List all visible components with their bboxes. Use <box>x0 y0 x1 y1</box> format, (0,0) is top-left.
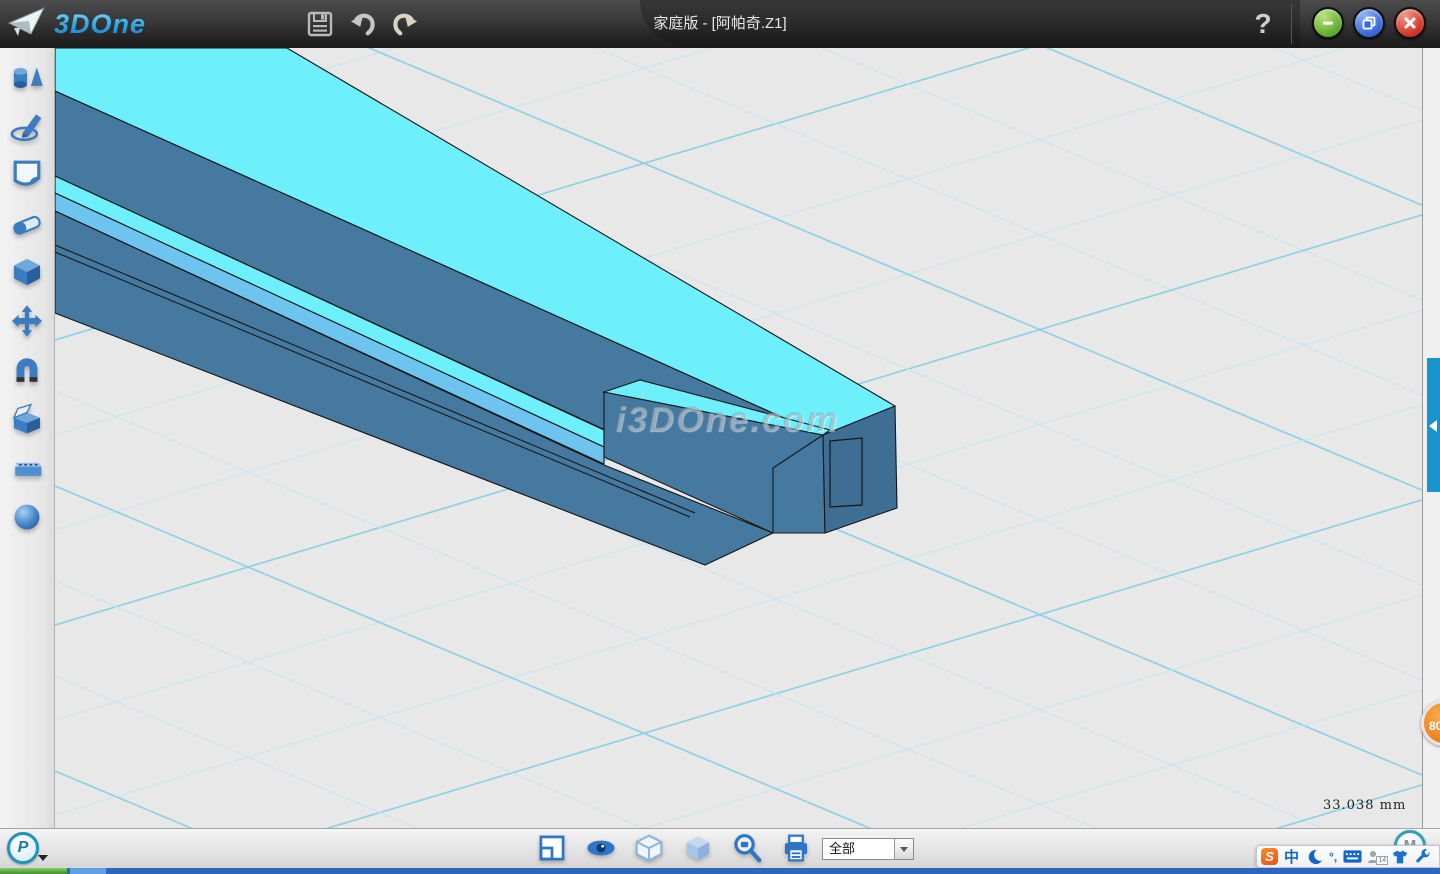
wireframe-display-button[interactable] <box>633 832 665 864</box>
tool-sidebar <box>0 48 55 828</box>
selection-filter-dropdown[interactable]: 全部 <box>822 838 914 860</box>
print-button[interactable] <box>780 832 812 864</box>
titlebar: 3DOne 家庭版 - [阿帕奇.Z1] ? <box>0 0 1440 48</box>
undo-button[interactable] <box>346 7 380 41</box>
taskbar-segment-green <box>0 868 67 874</box>
visibility-eye-button[interactable] <box>585 832 617 864</box>
close-button[interactable] <box>1394 7 1426 39</box>
move-tool-icon[interactable] <box>10 304 44 338</box>
measurement-readout: 33.038 mm <box>1323 798 1406 813</box>
ime-toolbar: S 中 °, 14 <box>1256 845 1440 868</box>
ime-mode-toggle[interactable]: 中 <box>1284 846 1299 867</box>
panel-collapse-tab[interactable] <box>1427 358 1440 492</box>
view-corner-button[interactable] <box>536 832 568 864</box>
arrow-left-icon <box>1429 420 1437 432</box>
help-button[interactable]: ? <box>1248 2 1278 46</box>
keyboard-icon[interactable] <box>1343 849 1361 865</box>
user-count-badge: 14 <box>1376 856 1388 865</box>
scene-svg <box>55 48 1422 828</box>
os-taskbar-strip[interactable] <box>0 868 1440 874</box>
render-sphere-tool-icon[interactable] <box>10 500 44 534</box>
restore-button[interactable] <box>1353 7 1385 39</box>
zoom-search-button[interactable] <box>731 832 763 864</box>
brand-text: 3DOne <box>54 9 146 40</box>
sketch-tool-icon[interactable] <box>10 109 44 143</box>
measure-tool-icon[interactable] <box>10 451 44 485</box>
p-badge-caret-icon[interactable] <box>38 855 48 861</box>
skin-shirt-icon[interactable] <box>1391 849 1409 865</box>
surface-tool-icon[interactable] <box>10 157 44 191</box>
primitives-tool-icon[interactable] <box>10 61 44 95</box>
app-logo: 3DOne <box>8 6 146 43</box>
filter-value: 全部 <box>829 839 855 859</box>
app-window: 3DOne 家庭版 - [阿帕奇.Z1] ? <box>0 0 1440 874</box>
minimize-button[interactable] <box>1312 7 1344 39</box>
user-icon[interactable]: 14 <box>1367 849 1385 865</box>
sogou-logo[interactable]: S <box>1261 848 1278 865</box>
magnet-tool-icon[interactable] <box>10 353 44 387</box>
bottom-toolbar: P <box>0 828 1440 869</box>
wrench-icon[interactable] <box>1415 849 1433 865</box>
viewport-canvas[interactable]: i3DOne.com 33.038 mm <box>55 48 1422 828</box>
moon-icon[interactable] <box>1305 849 1323 865</box>
chevron-down-icon <box>900 847 908 852</box>
profile-p-badge[interactable]: P <box>7 832 39 864</box>
feature-cube-tool-icon[interactable] <box>10 255 44 289</box>
titlebar-separator <box>1291 4 1292 44</box>
redo-button[interactable] <box>388 7 422 41</box>
taskbar-segment-lightblue <box>70 868 106 874</box>
combine-tool-icon[interactable] <box>10 402 44 436</box>
paper-plane-icon <box>8 6 46 43</box>
punctuation-toggle[interactable]: °, <box>1329 850 1337 864</box>
save-button[interactable] <box>303 7 337 41</box>
document-title: 家庭版 - [阿帕奇.Z1] <box>540 0 900 48</box>
dropdown-caret-button[interactable] <box>894 839 913 859</box>
sweep-tool-icon[interactable] <box>10 207 44 241</box>
shaded-display-button[interactable] <box>682 832 714 864</box>
